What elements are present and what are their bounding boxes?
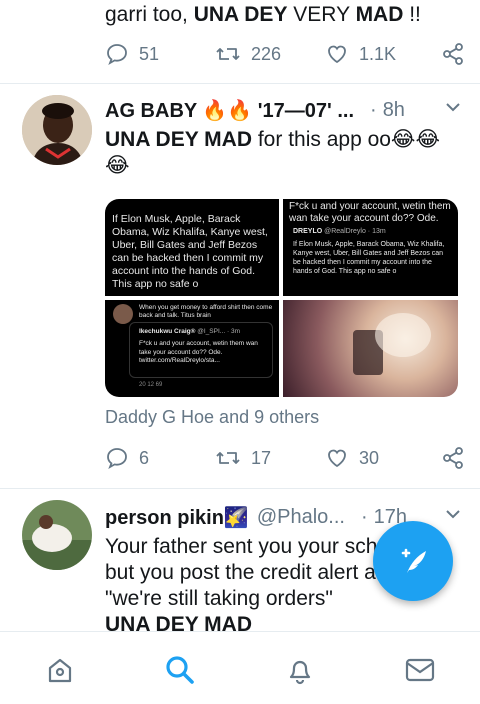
chevron-down-icon[interactable]: [444, 98, 462, 122]
avatar-image: [22, 500, 92, 570]
tweet[interactable]: AG BABY 🔥🔥 '17—07' ... · 8h UNA DEY MAD …: [0, 85, 480, 489]
media-image-1[interactable]: If Elon Musk, Apple, Barack Obama, Wiz K…: [105, 199, 279, 296]
avatar[interactable]: [22, 95, 92, 165]
share-icon: [443, 43, 463, 65]
image-stats: 20 12 69: [139, 382, 163, 388]
separator: ·: [360, 505, 368, 528]
media-image-2[interactable]: F*ck u and your account, wetin them wan …: [283, 199, 458, 296]
timestamp: 8h: [382, 98, 405, 121]
compose-feather-icon: [401, 548, 426, 573]
image-text: If Elon Musk, Apple, Barack Obama, Wiz K…: [112, 213, 268, 290]
compose-tweet-button[interactable]: [373, 521, 453, 601]
avatar-image: [22, 95, 92, 165]
tweet-text: UNA DEY MAD for this app oo😂😂 😂: [105, 128, 441, 177]
reply-icon: [107, 44, 127, 66]
notifications-icon: [289, 660, 311, 685]
previous-tweet[interactable]: garri too, UNA DEY VERY MAD !! 51 226 1.…: [0, 0, 480, 84]
reply-button[interactable]: 6: [105, 446, 215, 470]
tweet-header: AG BABY 🔥🔥 '17—07' ... · 8h: [105, 97, 462, 123]
messages-icon: [405, 658, 435, 682]
retweet-icon: [216, 452, 240, 464]
heart-icon: [328, 449, 346, 468]
image-user: DREYLO @RealDreylo · 13m: [293, 228, 386, 235]
display-name[interactable]: person pikin🌠: [105, 505, 249, 530]
tweet-text: garri too, UNA DEY VERY MAD !!: [105, 3, 421, 26]
image-user: Ikechukwu Craig® @I_SPI... · 3m: [139, 328, 240, 335]
avatar[interactable]: [22, 500, 92, 570]
reply-count: 6: [139, 447, 150, 468]
image-text: If Elon Musk, Apple, Barack Obama, Wiz K…: [293, 241, 445, 275]
retweet-icon: [216, 48, 240, 60]
nav-notifications[interactable]: [282, 652, 318, 688]
home-icon: [48, 658, 72, 683]
handle[interactable]: @Phalo...: [257, 506, 345, 529]
share-button[interactable]: [441, 42, 465, 66]
reply-button[interactable]: 51: [105, 42, 215, 66]
share-button[interactable]: [441, 446, 465, 470]
like-button[interactable]: 1.1K: [325, 42, 435, 66]
chevron-down-icon[interactable]: [444, 505, 462, 529]
like-count: 30: [359, 447, 380, 468]
retweet-count: 226: [251, 43, 282, 64]
like-button[interactable]: 30: [325, 446, 435, 470]
retweet-button[interactable]: 17: [215, 446, 325, 470]
avatar: [113, 304, 133, 324]
reply-icon: [107, 448, 127, 470]
reply-count: 51: [139, 43, 160, 64]
like-count: 1.1K: [359, 43, 397, 64]
image-text: F*ck u and your account, wetin them wan …: [289, 201, 451, 224]
image-text: When you get money to afford shirt then …: [139, 304, 273, 319]
tweet-actions: 6 17 30: [105, 444, 465, 472]
retweet-button[interactable]: 226: [215, 42, 325, 66]
nav-home[interactable]: [42, 652, 78, 688]
liked-by-text[interactable]: Daddy G Hoe and 9 others: [105, 407, 319, 428]
media-image-3[interactable]: When you get money to afford shirt then …: [105, 300, 279, 397]
tweet-actions: 51 226 1.1K: [105, 40, 465, 68]
photo: [353, 313, 431, 375]
media-image-4[interactable]: [283, 300, 458, 397]
search-icon: [166, 656, 194, 684]
separator: ·: [370, 98, 377, 121]
media-grid[interactable]: If Elon Musk, Apple, Barack Obama, Wiz K…: [105, 199, 458, 397]
retweet-count: 17: [251, 447, 272, 468]
image-text: F*ck u and your account, wetin them wan …: [139, 340, 258, 364]
display-name[interactable]: AG BABY 🔥🔥 '17—07' ...: [105, 98, 354, 123]
nav-messages[interactable]: [402, 652, 438, 688]
heart-icon: [328, 45, 346, 64]
nav-search[interactable]: [162, 652, 198, 688]
bottom-navigation: [0, 631, 480, 704]
share-icon: [443, 447, 463, 469]
